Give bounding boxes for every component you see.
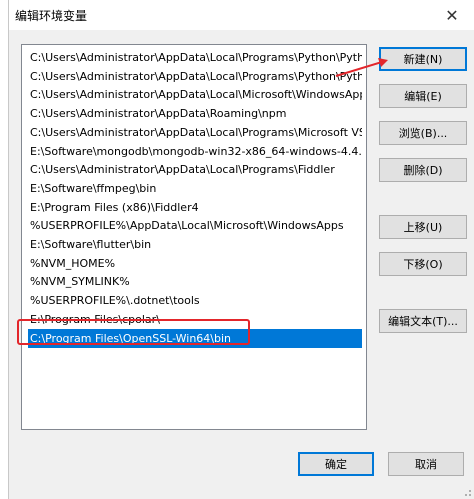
cancel-button[interactable]: 取消: [388, 452, 464, 476]
resize-grip-icon[interactable]: [462, 487, 472, 497]
browse-button[interactable]: 浏览(B)...: [379, 121, 467, 145]
path-text: C:\Users\Administrator\AppData\Roaming\n…: [30, 107, 287, 121]
edit-text-button[interactable]: 编辑文本(T)...: [379, 309, 467, 333]
path-text: C:\Users\Administrator\AppData\Local\Pro…: [30, 51, 362, 64]
edit-env-variable-dialog: 编辑环境变量 ✕ C:\Users\Administrator\AppData\…: [8, 0, 474, 499]
path-text: C:\Users\Administrator\AppData\Local\Pro…: [30, 69, 362, 83]
dialog-title: 编辑环境变量: [15, 9, 88, 23]
move-up-button[interactable]: 上移(U): [379, 215, 467, 239]
path-text: E:\Program Files (x86)\Fiddler4: [30, 200, 199, 214]
path-text: C:\Program Files\OpenSSL-Win64\bin: [30, 331, 232, 345]
path-text: E:\Software\flutter\bin: [30, 238, 152, 251]
path-row[interactable]: E:\Software\ffmpeg\bin: [28, 179, 362, 198]
path-row[interactable]: %NVM_HOME%: [28, 254, 362, 273]
path-row[interactable]: C:\Users\Administrator\AppData\Local\Pro…: [28, 48, 362, 67]
path-text: %USERPROFILE%\AppData\Local\Microsoft\Wi…: [30, 219, 344, 233]
new-button[interactable]: 新建(N): [379, 47, 467, 71]
title-bar: 编辑环境变量 ✕: [9, 0, 474, 30]
path-row[interactable]: C:\Users\Administrator\AppData\Local\Pro…: [28, 160, 362, 179]
path-text: C:\Users\Administrator\AppData\Local\Pro…: [30, 125, 362, 139]
path-row[interactable]: %USERPROFILE%\AppData\Local\Microsoft\Wi…: [28, 216, 362, 235]
delete-button[interactable]: 删除(D): [379, 158, 467, 182]
screen: 编辑环境变量 ✕ C:\Users\Administrator\AppData\…: [0, 0, 474, 499]
move-down-button[interactable]: 下移(O): [379, 252, 467, 276]
path-text: C:\Users\Administrator\AppData\Local\Pro…: [30, 163, 335, 177]
path-row[interactable]: E:\Program Files\cpolar\: [28, 310, 362, 329]
path-text: E:\Program Files\cpolar\: [30, 312, 160, 326]
path-text: E:\Software\ffmpeg\bin: [30, 181, 157, 195]
path-row[interactable]: E:\Software\mongodb\mongodb-win32-x86_64…: [28, 142, 362, 161]
path-text: C:\Users\Administrator\AppData\Local\Mic…: [30, 88, 362, 102]
path-text: %NVM_HOME%: [30, 256, 116, 270]
path-row[interactable]: C:\Users\Administrator\AppData\Local\Mic…: [28, 85, 362, 104]
path-text: %NVM_SYMLINK%: [30, 275, 130, 289]
path-text: E:\Software\mongodb\mongodb-win32-x86_64…: [30, 144, 362, 158]
ok-button[interactable]: 确定: [298, 452, 374, 476]
edit-button[interactable]: 编辑(E): [379, 84, 467, 108]
path-row[interactable]: E:\Program Files (x86)\Fiddler4: [28, 198, 362, 217]
path-row-selected[interactable]: C:\Program Files\OpenSSL-Win64\bin: [28, 328, 362, 348]
path-row[interactable]: E:\Software\flutter\bin: [28, 235, 362, 254]
path-row[interactable]: C:\Users\Administrator\AppData\Local\Pro…: [28, 67, 362, 86]
path-row[interactable]: C:\Users\Administrator\AppData\Roaming\n…: [28, 104, 362, 123]
path-text: %USERPROFILE%\.dotnet\tools: [30, 294, 200, 308]
path-row[interactable]: C:\Users\Administrator\AppData\Local\Pro…: [28, 123, 362, 142]
path-row[interactable]: %NVM_SYMLINK%: [28, 272, 362, 291]
close-icon: ✕: [445, 5, 459, 25]
path-row[interactable]: %USERPROFILE%\.dotnet\tools: [28, 291, 362, 310]
close-button[interactable]: ✕: [429, 0, 474, 30]
path-list[interactable]: C:\Users\Administrator\AppData\Local\Pro…: [21, 44, 367, 430]
